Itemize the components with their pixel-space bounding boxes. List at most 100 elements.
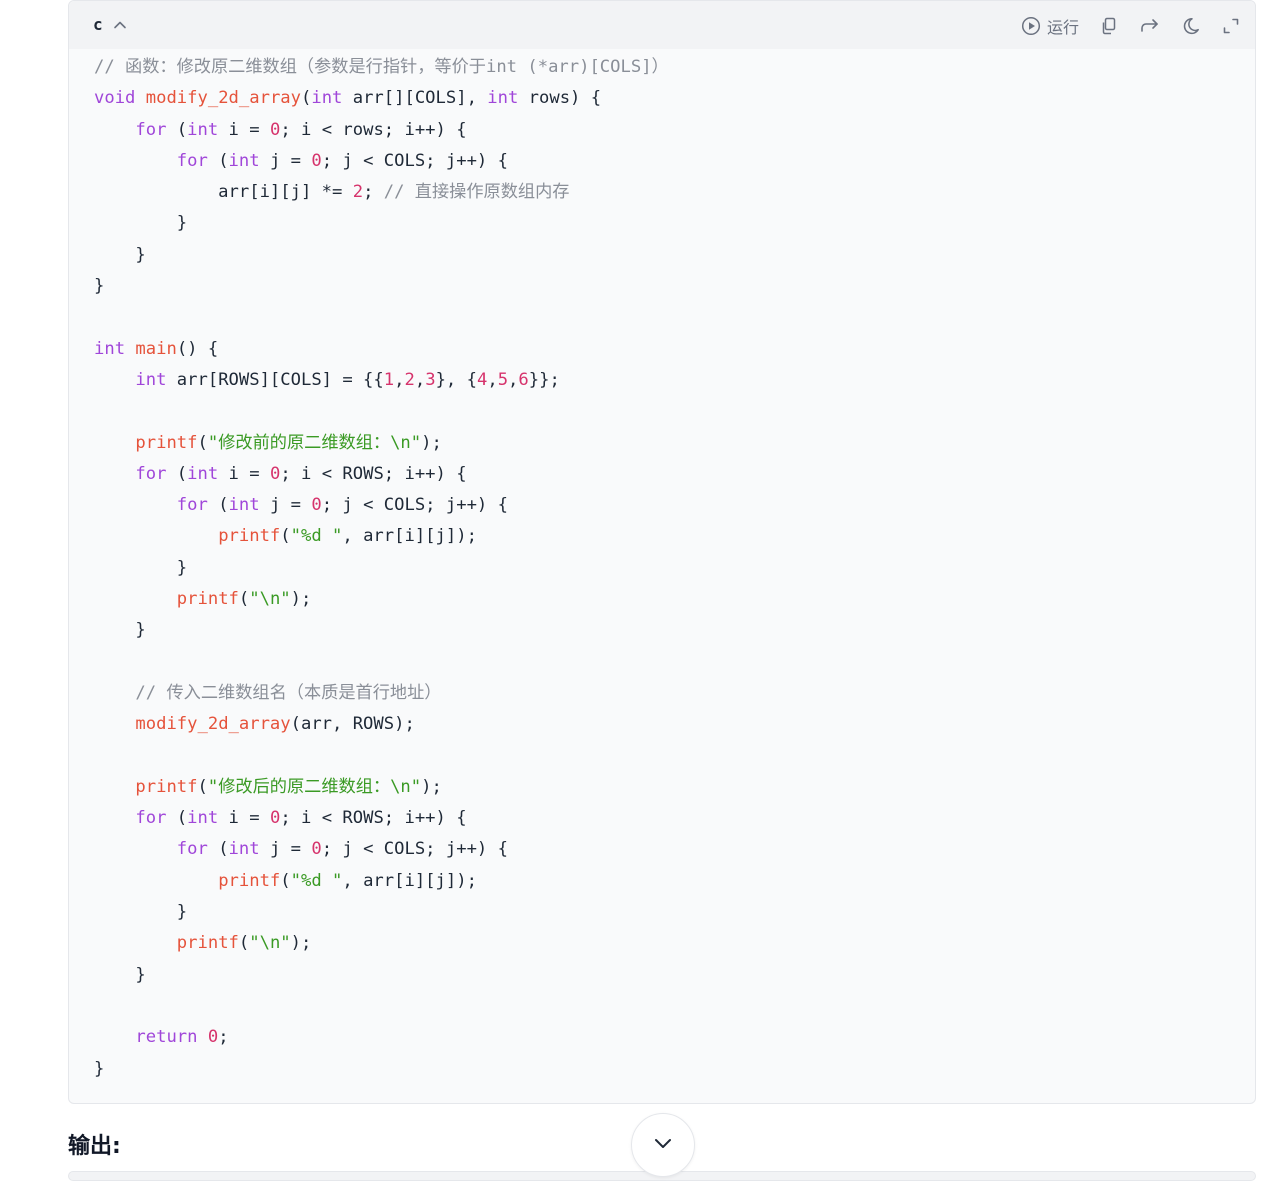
code-text: ( <box>238 589 250 610</box>
code-line: return 0; <box>94 1022 669 1053</box>
code-comment: // 直接操作原数组内存 <box>383 182 570 203</box>
scroll-down-button[interactable] <box>631 1113 695 1177</box>
code-line: for (int j = 0; j < COLS; j++) { <box>94 834 669 865</box>
code-keyword: int <box>228 839 260 860</box>
code-function: modify_2d_array <box>135 714 291 735</box>
code-keyword: int <box>311 88 343 109</box>
code-text: ( <box>197 432 208 453</box>
code-line: for (int i = 0; i < rows; i++) { <box>94 115 669 146</box>
theme-toggle-button[interactable] <box>1181 16 1201 36</box>
code-text: ( <box>166 808 188 829</box>
code-block: c 运行 // 函数：修改原二维数组（参数是行指针，等价于int (*arr)[… <box>68 0 1256 1104</box>
code-number: 2 <box>352 182 364 203</box>
code-line: for (int j = 0; j < COLS; j++) { <box>94 146 669 177</box>
code-text: ( <box>207 150 229 171</box>
code-text: ( <box>300 88 312 109</box>
code-keyword: int <box>135 369 167 390</box>
language-label: c <box>93 15 103 34</box>
code-line: } <box>94 240 669 271</box>
code-keyword: for <box>176 495 208 516</box>
code-line: void modify_2d_array(int arr[][COLS], in… <box>94 83 669 114</box>
dark-mode-icon <box>1181 16 1201 36</box>
code-keyword: int <box>187 808 219 829</box>
code-function: printf <box>218 870 281 891</box>
code-text: ( <box>280 870 291 891</box>
code-text: ( <box>280 526 291 547</box>
code-string: "\n" <box>249 933 291 954</box>
code-text: }, { <box>435 369 477 390</box>
code-text: , arr[i][j]); <box>342 526 477 547</box>
code-text: ; i < rows; i++) { <box>280 119 467 140</box>
code-text: i = <box>218 463 270 484</box>
code-line: // 传入二维数组名（本质是首行地址） <box>94 678 669 709</box>
code-number: 0 <box>269 808 281 829</box>
code-keyword: for <box>176 150 208 171</box>
code-text: ( <box>207 839 229 860</box>
code-number: 6 <box>518 369 529 390</box>
code-text: ); <box>421 776 442 797</box>
code-keyword: return <box>135 1027 198 1048</box>
copy-button[interactable] <box>1099 16 1119 36</box>
code-number: 0 <box>269 463 281 484</box>
code-text: ( <box>207 495 229 516</box>
code-comment: // 传入二维数组名（本质是首行地址） <box>135 682 442 703</box>
share-button[interactable] <box>1139 16 1161 36</box>
code-text: ); <box>290 933 312 954</box>
code-string: "%d " <box>290 526 343 547</box>
expand-button[interactable] <box>1221 16 1241 36</box>
code-number: 0 <box>207 1027 219 1048</box>
code-text: i = <box>218 119 270 140</box>
code-keyword: int <box>228 150 260 171</box>
code-line: printf("\n"); <box>94 928 669 959</box>
code-number: 0 <box>269 119 281 140</box>
code-line: } <box>94 960 669 991</box>
expand-icon <box>1221 16 1241 36</box>
code-function: printf <box>218 526 281 547</box>
code-keyword: int <box>187 463 219 484</box>
code-string: "修改前的原二维数组：\n" <box>207 432 422 453</box>
code-keyword: void <box>94 88 136 109</box>
code-text: }}; <box>528 369 560 390</box>
code-text: } <box>94 902 188 923</box>
code-keyword: int <box>487 88 519 109</box>
code-line: } <box>94 615 669 646</box>
code-number: 0 <box>311 150 322 171</box>
code-keyword: for <box>135 463 167 484</box>
code-text: , <box>414 369 426 390</box>
code-text: i = <box>218 808 270 829</box>
code-function: printf <box>176 933 239 954</box>
code-text: } <box>94 213 188 234</box>
code-keyword: int <box>94 338 126 359</box>
code-number: 4 <box>476 369 488 390</box>
code-text: ); <box>421 432 442 453</box>
code-text: } <box>94 1058 105 1079</box>
code-content[interactable]: // 函数：修改原二维数组（参数是行指针，等价于int (*arr)[COLS]… <box>94 52 669 1085</box>
code-text: () { <box>176 338 219 359</box>
chevron-up-icon[interactable] <box>112 17 128 33</box>
code-text: } <box>94 276 105 297</box>
run-button[interactable]: 运行 <box>1021 14 1079 38</box>
code-function: printf <box>135 776 198 797</box>
code-text: , <box>487 369 498 390</box>
code-keyword: int <box>187 119 219 140</box>
code-line: } <box>94 553 669 584</box>
code-text: } <box>94 964 146 985</box>
code-line: modify_2d_array(arr, ROWS); <box>94 709 669 740</box>
code-text: ; i < ROWS; i++) { <box>280 808 467 829</box>
code-line: for (int i = 0; i < ROWS; i++) { <box>94 459 669 490</box>
code-text: ; j < COLS; j++) { <box>321 495 508 516</box>
code-comment: // 函数：修改原二维数组（参数是行指针，等价于int (*arr)[COLS]… <box>94 57 669 77</box>
code-line: printf("%d ", arr[i][j]); <box>94 521 669 552</box>
share-icon <box>1139 16 1161 36</box>
run-label: 运行 <box>1046 18 1079 37</box>
